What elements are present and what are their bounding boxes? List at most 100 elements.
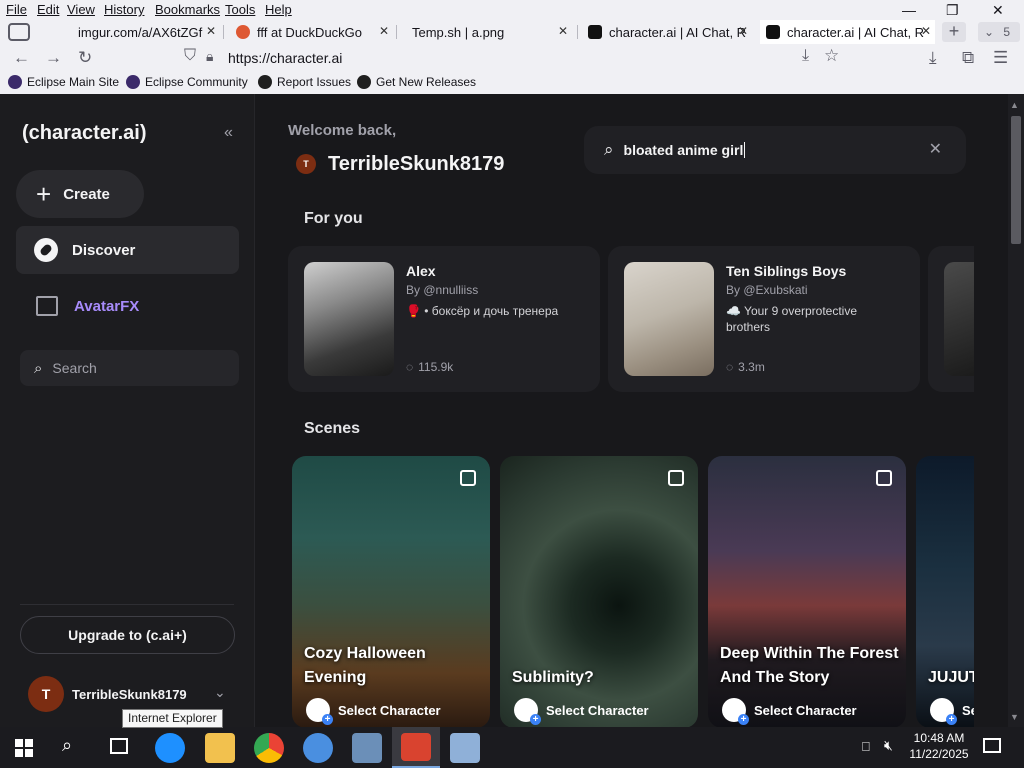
close-icon[interactable]: ✕: [558, 24, 568, 38]
close-icon[interactable]: ✕: [206, 24, 216, 38]
close-icon[interactable]: ✕: [738, 24, 748, 38]
shield-icon[interactable]: ⛉: [184, 47, 196, 65]
tab-imgur[interactable]: imgur.com/a/AX6tZGf ✕: [40, 20, 220, 44]
page-scrollbar[interactable]: ▲ ▼: [1008, 94, 1024, 727]
search-value: bloated anime girl: [623, 142, 744, 158]
tab-characterai-1[interactable]: character.ai | AI Chat, R ✕: [582, 20, 752, 44]
forward-icon[interactable]: →: [45, 48, 62, 68]
menu-view[interactable]: View: [67, 2, 95, 17]
url-text: https://character.ai: [228, 50, 343, 66]
bookmark-eclipse-community[interactable]: Eclipse Community: [126, 75, 248, 89]
tab-tempsh[interactable]: Temp.sh | a.png ✕: [400, 20, 572, 44]
welcome-text: Welcome back,: [288, 122, 397, 139]
duckduckgo-icon: [236, 25, 250, 39]
create-label: Create: [63, 185, 110, 203]
scene-title: Sublimity?: [512, 669, 594, 686]
volume-muted-icon[interactable]: 🔇︎: [884, 737, 893, 754]
character-card[interactable]: Alex By @nnulliiss 🥊 • боксёр и дочь тре…: [288, 246, 600, 392]
internet-explorer-icon[interactable]: [155, 733, 185, 763]
scene-card[interactable]: Cozy Halloween Evening Select Character: [292, 456, 490, 727]
scene-card[interactable]: Sublimity? Select Character: [500, 456, 698, 727]
tab-duckduckgo[interactable]: fff at DuckDuckGo ✕: [228, 20, 393, 44]
app-icon[interactable]: [352, 733, 382, 763]
tab-overview-icon[interactable]: [8, 23, 30, 41]
close-window-icon[interactable]: ✕: [992, 2, 1004, 19]
select-character-button[interactable]: Se: [930, 698, 974, 725]
scene-icon: [668, 470, 684, 486]
character-card[interactable]: Ten Siblings Boys By @Exubskati ☁️ Your …: [608, 246, 920, 392]
menu-history[interactable]: History: [104, 2, 144, 17]
file-explorer-icon[interactable]: [205, 733, 235, 763]
menu-bookmarks[interactable]: Bookmarks: [155, 2, 220, 17]
menu-edit[interactable]: Edit: [37, 2, 59, 17]
notifications-icon[interactable]: [983, 738, 1001, 753]
select-character-button[interactable]: Select Character: [306, 698, 441, 725]
scene-card[interactable]: Deep Within The Forest And The Story Sel…: [708, 456, 906, 727]
collapse-sidebar-icon[interactable]: «: [224, 124, 233, 142]
character-thumbnail: [944, 262, 974, 376]
windows-start-icon[interactable]: [15, 739, 33, 757]
chevron-down-icon[interactable]: ⌄: [214, 684, 226, 701]
minimize-icon[interactable]: —: [902, 2, 916, 18]
search-icon[interactable]: ⌕: [62, 735, 72, 756]
network-icon[interactable]: ⎕: [862, 739, 870, 755]
sidebar-search-input[interactable]: ⌕ Search: [20, 350, 239, 386]
close-icon[interactable]: ✕: [921, 24, 931, 38]
menu-file[interactable]: File: [6, 2, 27, 17]
clear-search-icon[interactable]: ✕: [929, 139, 942, 159]
lock-icon[interactable]: 🔒︎: [206, 48, 213, 65]
logo[interactable]: (character.ai): [22, 122, 147, 145]
chat-count-value: 115.9k: [418, 360, 454, 374]
save-page-icon[interactable]: ⤓: [802, 47, 809, 65]
clock-time: 10:48 AM: [913, 731, 965, 745]
tab-characterai-active[interactable]: character.ai | AI Chat, R ✕: [760, 20, 935, 44]
task-view-icon[interactable]: [110, 738, 128, 754]
character-card-partial[interactable]: [928, 246, 974, 392]
chrome-icon[interactable]: [254, 733, 284, 763]
select-character-button[interactable]: Select Character: [722, 698, 857, 725]
bookmark-report-issues[interactable]: Report Issues: [258, 75, 351, 89]
sidebar-item-label: Discover: [72, 241, 136, 259]
upgrade-button[interactable]: Upgrade to (c.ai+): [20, 616, 235, 654]
active-app-highlight[interactable]: [392, 727, 440, 768]
bookmark-label: Report Issues: [277, 75, 352, 89]
eclipse-icon: [8, 75, 22, 89]
select-character-label: Select Character: [754, 702, 857, 718]
select-character-button[interactable]: Select Character: [514, 698, 649, 725]
scroll-up-icon[interactable]: ▲: [1010, 100, 1019, 110]
add-character-icon: [722, 698, 749, 725]
scene-card-partial[interactable]: JUJUT Se: [916, 456, 974, 727]
clock-date: 11/22/2025: [909, 747, 969, 761]
clock[interactable]: 10:48 AM 11/22/2025: [908, 730, 970, 762]
sidebar-item-avatarfx[interactable]: AvatarFX: [16, 282, 239, 330]
menu-help[interactable]: Help: [265, 2, 292, 17]
back-icon[interactable]: ←: [13, 48, 30, 68]
new-tab-plus-icon[interactable]: +: [942, 22, 966, 42]
close-icon[interactable]: ✕: [379, 24, 389, 38]
bookmark-star-icon[interactable]: ☆: [824, 46, 839, 66]
extensions-icon[interactable]: ⧉: [962, 48, 974, 68]
address-bar[interactable]: ⛉ 🔒︎ https://character.ai ⤓ ☆: [176, 45, 848, 71]
scroll-down-icon[interactable]: ▼: [1010, 712, 1019, 722]
browser-icon[interactable]: [303, 733, 333, 763]
reload-icon[interactable]: ↻: [78, 48, 92, 68]
select-character-label: Select Character: [338, 702, 441, 718]
user-menu[interactable]: T TerribleSkunk8179 ⌄: [28, 676, 238, 712]
tab-list-button[interactable]: ⌄ 5: [978, 22, 1020, 42]
search-input[interactable]: ⌕ bloated anime girl ✕: [584, 126, 966, 174]
downloads-icon[interactable]: ⤓: [929, 48, 937, 68]
character-name: Ten Siblings Boys: [726, 263, 847, 279]
menu-tools[interactable]: Tools: [225, 2, 255, 17]
app-icon[interactable]: [450, 733, 480, 763]
add-character-icon: [514, 698, 541, 725]
bookmark-eclipse-main[interactable]: Eclipse Main Site: [8, 75, 119, 89]
create-button[interactable]: + Create: [16, 170, 144, 218]
tab-label: character.ai | AI Chat, R: [787, 24, 925, 40]
sidebar-item-discover[interactable]: Discover: [16, 226, 239, 274]
scrollbar-thumb[interactable]: [1011, 116, 1021, 244]
restore-icon[interactable]: ❐: [946, 2, 959, 19]
hamburger-menu-icon[interactable]: ☰: [993, 48, 1008, 68]
chat-count: ◌ 3.3m: [726, 360, 765, 374]
bookmark-get-new-releases[interactable]: Get New Releases: [357, 75, 476, 89]
windows-taskbar: ⌕ ⎕ 🔇︎ 10:48 AM 11/22/2025: [0, 727, 1024, 768]
